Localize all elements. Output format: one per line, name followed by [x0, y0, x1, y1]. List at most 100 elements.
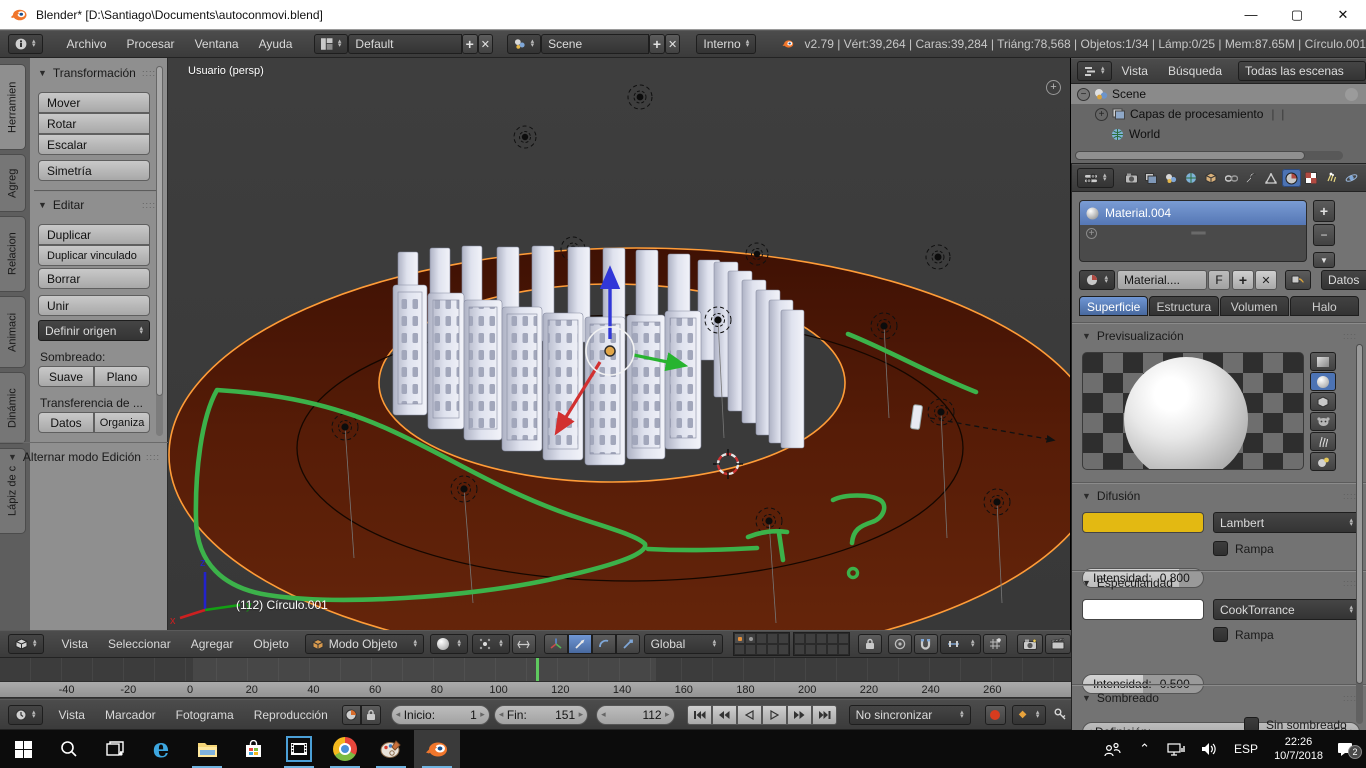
- definir-origen-select[interactable]: Definir origen: [38, 320, 150, 341]
- editor-type-info-button[interactable]: [8, 34, 43, 54]
- specular-ramp-checkbox[interactable]: [1213, 627, 1228, 642]
- volume-icon[interactable]: [1193, 742, 1226, 756]
- language-indicator[interactable]: ESP: [1226, 742, 1266, 756]
- insert-key-button[interactable]: [1050, 705, 1071, 725]
- v3d-menu-agregar[interactable]: Agregar: [181, 631, 244, 657]
- outliner-menu-vista[interactable]: Vista: [1112, 59, 1158, 83]
- diffuse-shader-select[interactable]: Lambert: [1213, 512, 1360, 533]
- tab-halo[interactable]: Halo: [1289, 296, 1359, 316]
- paint-button[interactable]: [368, 730, 414, 768]
- close-button[interactable]: ✕: [1320, 0, 1366, 30]
- viewport-shading-select[interactable]: [430, 634, 468, 654]
- render-tab-icon[interactable]: [1122, 169, 1141, 187]
- preview-lock-button[interactable]: [361, 704, 381, 725]
- escalar-button[interactable]: Escalar: [38, 134, 150, 155]
- mover-button[interactable]: Mover: [38, 92, 150, 113]
- timeline-track[interactable]: [0, 658, 1071, 681]
- snap-peel-button[interactable]: [983, 634, 1008, 654]
- outliner-filter-select[interactable]: Todas las escenas: [1238, 61, 1366, 81]
- menu-ventana[interactable]: Ventana: [185, 31, 249, 57]
- object-tab-icon[interactable]: [1202, 169, 1221, 187]
- chrome-button[interactable]: [322, 730, 368, 768]
- simetria-button[interactable]: Simetría: [38, 160, 150, 181]
- editor-type-outliner-button[interactable]: [1077, 61, 1112, 81]
- end-frame-field[interactable]: Fin:151: [493, 704, 589, 725]
- duplicar-vinculado-button[interactable]: Duplicar vinculado: [38, 245, 150, 266]
- borrar-button[interactable]: Borrar: [38, 268, 150, 289]
- collapse-icon[interactable]: −: [1077, 87, 1090, 101]
- preview-range-button[interactable]: [341, 704, 362, 725]
- preview-sphere-button[interactable]: [1310, 372, 1336, 391]
- outliner-menu-busqueda[interactable]: Búsqueda: [1158, 59, 1232, 83]
- scale-manipulator-button[interactable]: [615, 634, 640, 654]
- specular-color-swatch[interactable]: [1082, 599, 1204, 620]
- tab-herramientas[interactable]: Herramien: [0, 64, 26, 150]
- jump-back-button[interactable]: [711, 704, 737, 725]
- specular-panel-header[interactable]: Especularidad: [1082, 576, 1357, 590]
- pin-icon[interactable]: +: [1086, 227, 1097, 239]
- texture-tab-icon[interactable]: [1302, 169, 1321, 187]
- suave-button[interactable]: Suave: [38, 366, 94, 387]
- transform-orientation-select[interactable]: Global: [643, 634, 724, 654]
- tab-volumen[interactable]: Volumen: [1219, 296, 1289, 316]
- network-icon[interactable]: [1159, 742, 1193, 756]
- delete-layout-button[interactable]: [477, 34, 494, 54]
- outliner-row-world[interactable]: World: [1071, 124, 1366, 144]
- material-tab-icon[interactable]: [1281, 169, 1301, 187]
- current-frame-field[interactable]: 112: [596, 704, 675, 725]
- timeline-ruler[interactable]: -40 -20 0 20 40 60 80 100 120 140 160 180 200 220 240 2…: [0, 681, 1071, 698]
- maximize-button[interactable]: ▢: [1274, 0, 1320, 30]
- tab-agregar[interactable]: Agreg: [0, 154, 26, 212]
- organiza-button[interactable]: Organiza: [94, 412, 150, 433]
- tl-menu-marcador[interactable]: Marcador: [95, 700, 166, 729]
- rotar-button[interactable]: Rotar: [38, 113, 150, 134]
- task-view-button[interactable]: [92, 730, 138, 768]
- material-slot-list[interactable]: Material.004 + ══: [1079, 200, 1307, 262]
- v3d-menu-seleccionar[interactable]: Seleccionar: [98, 631, 181, 657]
- material-slot-active[interactable]: Material.004: [1080, 201, 1306, 225]
- delete-scene-button[interactable]: [664, 34, 681, 54]
- panel-edit-header[interactable]: Editar: [38, 198, 156, 212]
- plano-button[interactable]: Plano: [94, 366, 150, 387]
- world-tab-icon[interactable]: [1182, 169, 1201, 187]
- pivot-align-toggle[interactable]: [511, 634, 536, 654]
- particles-tab-icon[interactable]: [1322, 169, 1341, 187]
- play-reverse-button[interactable]: [736, 704, 762, 725]
- record-button[interactable]: [984, 704, 1006, 725]
- keying-set-select[interactable]: ◆: [1011, 704, 1047, 725]
- people-icon[interactable]: [1095, 742, 1130, 757]
- material-browse-button[interactable]: [1079, 270, 1115, 290]
- blender-taskbar-button[interactable]: [414, 730, 460, 768]
- start-frame-field[interactable]: Inicio:1: [390, 704, 490, 725]
- panel-transform-header[interactable]: Transformación: [38, 66, 156, 80]
- tab-relaciones[interactable]: Relacion: [0, 216, 26, 292]
- link-datos-select[interactable]: Datos: [1321, 270, 1366, 290]
- screen-layout-name-field[interactable]: Default: [348, 34, 462, 54]
- outliner-row-scene[interactable]: − Scene: [1071, 84, 1366, 104]
- tl-menu-vista[interactable]: Vista: [49, 700, 95, 729]
- pivot-point-select[interactable]: [471, 634, 510, 654]
- render-layers-tab-icon[interactable]: [1142, 169, 1161, 187]
- jump-to-end-button[interactable]: [811, 704, 837, 725]
- material-name-field[interactable]: Material....: [1117, 270, 1207, 290]
- list-resize-grip[interactable]: ══: [1191, 228, 1205, 239]
- preview-flat-button[interactable]: [1310, 352, 1336, 371]
- region-expand-icon[interactable]: +: [1046, 80, 1061, 95]
- menu-archivo[interactable]: Archivo: [57, 31, 117, 57]
- add-layout-button[interactable]: [461, 34, 478, 54]
- menu-ayuda[interactable]: Ayuda: [249, 31, 303, 57]
- preview-panel-header[interactable]: Previsualización: [1082, 329, 1357, 343]
- current-frame-playhead[interactable]: [535, 658, 539, 681]
- editor-type-timeline-button[interactable]: [8, 704, 43, 725]
- action-center-button[interactable]: 2: [1331, 742, 1366, 759]
- tab-animacion[interactable]: Animaci: [0, 296, 26, 368]
- editor-type-3dview-button[interactable]: [8, 634, 44, 654]
- constraints-tab-icon[interactable]: [1222, 169, 1241, 187]
- duplicar-button[interactable]: Duplicar: [38, 224, 150, 245]
- store-button[interactable]: [230, 730, 276, 768]
- properties-scrollbar[interactable]: [1356, 344, 1363, 724]
- expand-icon[interactable]: +: [1095, 107, 1108, 121]
- toolshelf-scrollbar[interactable]: [156, 66, 163, 436]
- edge-button[interactable]: e: [138, 730, 184, 768]
- tl-menu-fotograma[interactable]: Fotograma: [166, 700, 244, 729]
